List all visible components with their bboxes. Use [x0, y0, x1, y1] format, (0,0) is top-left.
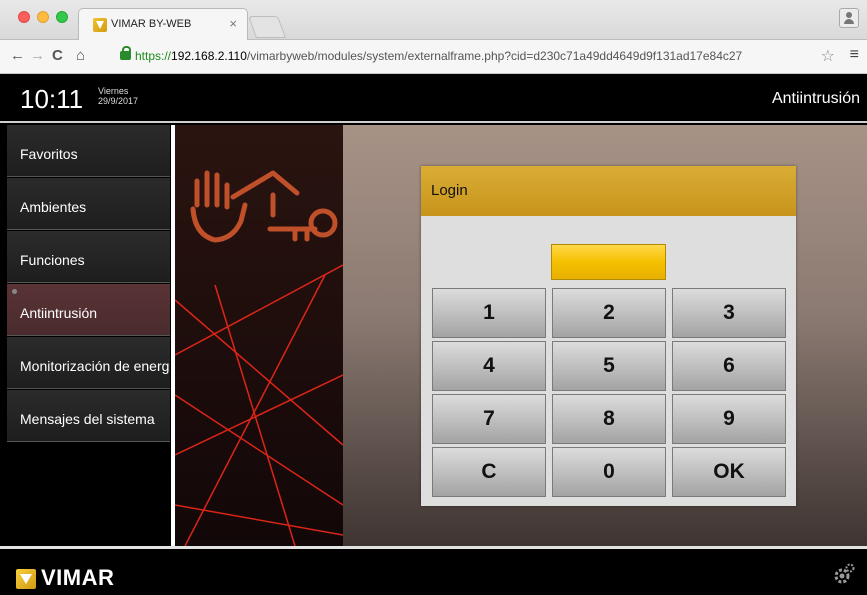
- browser-tab[interactable]: VIMAR BY-WEB ×: [78, 8, 248, 40]
- keypad-key-4[interactable]: 4: [432, 341, 546, 391]
- maximize-window-button[interactable]: [56, 11, 68, 23]
- keypad-key-5[interactable]: 5: [552, 341, 666, 391]
- menu-icon[interactable]: ≡: [850, 46, 859, 64]
- sidebar-item-label: Monitorización de energía: [20, 358, 170, 374]
- url-host: 192.168.2.110: [171, 49, 247, 63]
- login-dialog: Login 1 2 3 4 5 6 7 8 9 C 0 OK: [421, 166, 796, 506]
- keypad-key-7[interactable]: 7: [432, 394, 546, 444]
- vimar-favicon-icon: [93, 18, 107, 32]
- keypad-key-9[interactable]: 9: [672, 394, 786, 444]
- sidebar-item-label: Antiintrusión: [20, 305, 98, 321]
- keypad-key-0[interactable]: 0: [552, 447, 666, 497]
- main-content: Login 1 2 3 4 5 6 7 8 9 C 0 OK: [175, 125, 867, 546]
- sidebar: Favoritos Ambientes Funciones Antiintrus…: [0, 125, 170, 546]
- keypad-key-3[interactable]: 3: [672, 288, 786, 338]
- brand-name: VIMAR: [41, 565, 115, 590]
- browser-tabbar: VIMAR BY-WEB ×: [0, 0, 867, 40]
- browser-toolbar: ← → C ⌂ https://192.168.2.110/vimarbyweb…: [0, 40, 867, 74]
- sidebar-item-label: Ambientes: [20, 199, 87, 215]
- keypad-key-6[interactable]: 6: [672, 341, 786, 391]
- login-header: Login: [421, 166, 796, 216]
- sidebar-item-ambientes[interactable]: Ambientes: [7, 178, 170, 230]
- sidebar-item-funciones[interactable]: Funciones: [7, 231, 170, 283]
- url-path: /vimarbyweb/modules/system/externalframe…: [246, 49, 743, 63]
- new-tab-button[interactable]: [247, 16, 287, 38]
- address-bar[interactable]: https://192.168.2.110/vimarbyweb/modules…: [135, 49, 742, 63]
- app-header: 10:11 Viernes 29/9/2017 Antiintrusión: [0, 75, 867, 123]
- sidebar-item-label: Mensajes del sistema: [20, 411, 155, 427]
- active-indicator-icon: [12, 289, 17, 294]
- weekday: Viernes: [98, 86, 129, 96]
- bookmark-star-icon[interactable]: ☆: [821, 46, 835, 66]
- clock-time: 10:11: [20, 84, 84, 114]
- sidebar-item-antiintrusion[interactable]: Antiintrusión: [7, 284, 170, 336]
- clock-date: Viernes 29/9/2017: [98, 86, 138, 106]
- keypad-clear-button[interactable]: C: [432, 447, 546, 497]
- intrusion-hand-house-icon: [190, 170, 338, 243]
- lock-icon[interactable]: [120, 46, 131, 60]
- keypad-key-2[interactable]: 2: [552, 288, 666, 338]
- sidebar-item-label: Funciones: [20, 252, 85, 268]
- profile-icon[interactable]: [839, 8, 859, 28]
- pin-input[interactable]: [551, 244, 666, 280]
- back-icon[interactable]: ←: [10, 47, 25, 64]
- login-title: Login: [431, 182, 468, 199]
- sidebar-item-monitorizacion[interactable]: Monitorización de energía: [7, 337, 170, 389]
- keypad-key-8[interactable]: 8: [552, 394, 666, 444]
- date: 29/9/2017: [98, 96, 139, 106]
- forward-icon[interactable]: →: [30, 47, 45, 64]
- settings-gear-icon[interactable]: [833, 563, 855, 585]
- keypad-ok-button[interactable]: OK: [672, 447, 786, 497]
- sidebar-item-label: Favoritos: [20, 146, 78, 162]
- antiintrusion-banner: [175, 125, 343, 546]
- footer: VIMAR: [0, 546, 867, 595]
- laser-intrusion-image: [175, 170, 343, 546]
- tab-close-icon[interactable]: ×: [229, 16, 237, 31]
- reload-icon[interactable]: C: [52, 47, 63, 64]
- home-icon[interactable]: ⌂: [76, 47, 85, 64]
- vimar-logo-icon: [16, 569, 36, 589]
- page-title: Antiintrusión: [771, 90, 860, 107]
- tab-title: VIMAR BY-WEB: [111, 18, 192, 30]
- minimize-window-button[interactable]: [37, 11, 49, 23]
- keypad-key-1[interactable]: 1: [432, 288, 546, 338]
- sidebar-item-mensajes[interactable]: Mensajes del sistema: [7, 390, 170, 442]
- close-window-button[interactable]: [18, 11, 30, 23]
- url-scheme: https://: [135, 49, 172, 63]
- sidebar-item-favoritos[interactable]: Favoritos: [7, 125, 170, 177]
